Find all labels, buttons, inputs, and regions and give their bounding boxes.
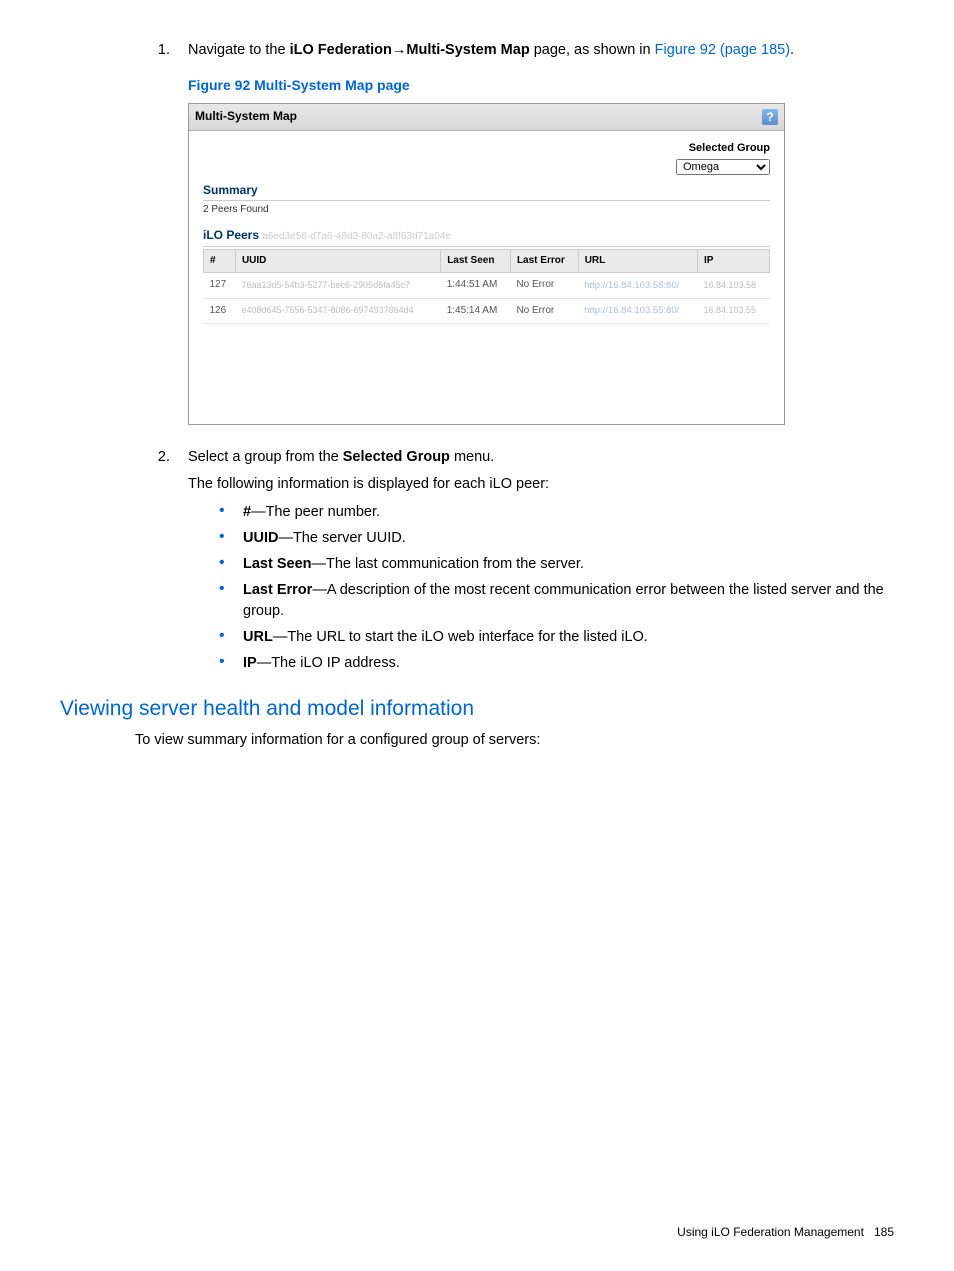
list-item: Last Seen—The last communication from th… — [215, 554, 894, 575]
peers-found-text: 2 Peers Found — [203, 203, 770, 218]
step-1-body: Navigate to the iLO Federation→Multi-Sys… — [188, 40, 894, 61]
step1-mid: page, as shown in — [530, 42, 655, 58]
col-url[interactable]: URL — [578, 249, 697, 273]
bullet-bold: URL — [243, 629, 273, 645]
col-uuid[interactable]: UUID — [235, 249, 440, 273]
footer-text: Using iLO Federation Management — [677, 1225, 864, 1239]
page-footer: Using iLO Federation Management 185 — [677, 1224, 894, 1241]
col-ip[interactable]: IP — [698, 249, 770, 273]
section-heading: Viewing server health and model informat… — [60, 694, 894, 724]
list-item: UUID—The server UUID. — [215, 528, 894, 549]
footer-page: 185 — [874, 1225, 894, 1239]
selected-group-label: Selected Group — [203, 141, 770, 157]
bullet-rest: —A description of the most recent commun… — [243, 582, 884, 619]
step1-arrow: → — [392, 42, 407, 58]
ilo-peers-header: iLO Peers a6ed3e58-d7a6-48d3-80a2-a8f83d… — [203, 227, 770, 247]
list-item: Last Error—A description of the most rec… — [215, 580, 894, 622]
bullet-rest: —The last communication from the server. — [312, 556, 584, 572]
cell-last-seen: 1:45:14 AM — [441, 298, 511, 324]
cell-last-error: No Error — [510, 273, 578, 299]
step-2-body: Select a group from the Selected Group m… — [188, 447, 894, 495]
step2-bold: Selected Group — [343, 449, 450, 465]
screenshot-title: Multi-System Map — [195, 108, 297, 125]
cell-num: 127 — [204, 273, 236, 299]
field-descriptions-list: #—The peer number. UUID—The server UUID.… — [215, 502, 894, 674]
cell-last-error: No Error — [510, 298, 578, 324]
step1-post: . — [790, 42, 794, 58]
figure-caption: Figure 92 Multi-System Map page — [188, 75, 894, 95]
step2-pre: Select a group from the — [188, 449, 343, 465]
ilo-peers-uuid-faded: a6ed3e58-d7a6-48d3-80a2-a8f83d71a04e — [262, 231, 451, 242]
peers-table: # UUID Last Seen Last Error URL IP 127 7… — [203, 249, 770, 325]
bullet-bold: # — [243, 504, 251, 520]
list-item: URL—The URL to start the iLO web interfa… — [215, 627, 894, 648]
bullet-rest: —The peer number. — [251, 504, 380, 520]
col-last-seen[interactable]: Last Seen — [441, 249, 511, 273]
ilo-peers-label: iLO Peers — [203, 228, 259, 242]
cell-url[interactable]: http://16.84.103.55:80/ — [578, 298, 697, 324]
cell-ip: 16.84.103.55 — [698, 298, 770, 324]
bullet-rest: —The server UUID. — [278, 530, 405, 546]
summary-header: Summary — [203, 182, 770, 201]
bullet-bold: Last Error — [243, 582, 312, 598]
section-text: To view summary information for a config… — [135, 730, 894, 751]
list-item: #—The peer number. — [215, 502, 894, 523]
step2-post: menu. — [450, 449, 494, 465]
selected-group-dropdown[interactable]: Omega — [676, 159, 770, 175]
cell-num: 126 — [204, 298, 236, 324]
bullet-bold: IP — [243, 655, 257, 671]
cell-last-seen: 1:44:51 AM — [441, 273, 511, 299]
step-number-1: 1. — [60, 40, 188, 61]
step1-bold2: Multi-System Map — [406, 42, 529, 58]
bullet-rest: —The iLO IP address. — [257, 655, 400, 671]
cell-uuid: e408d645-7556-5347-8086-6974937864d4 — [235, 298, 440, 324]
col-num[interactable]: # — [204, 249, 236, 273]
bullet-bold: Last Seen — [243, 556, 312, 572]
step-number-2: 2. — [60, 447, 188, 495]
table-row: 127 76aa13d5-54b3-5277-bec6-2905d6fa45c7… — [204, 273, 770, 299]
list-item: IP—The iLO IP address. — [215, 653, 894, 674]
col-last-error[interactable]: Last Error — [510, 249, 578, 273]
figure-link[interactable]: Figure 92 (page 185) — [655, 42, 790, 58]
step1-bold1: iLO Federation — [290, 42, 392, 58]
cell-uuid: 76aa13d5-54b3-5277-bec6-2905d6fa45c7 — [235, 273, 440, 299]
screenshot-multi-system-map: Multi-System Map ? Selected Group Omega … — [188, 103, 785, 425]
help-icon[interactable]: ? — [762, 109, 778, 125]
table-row: 126 e408d645-7556-5347-8086-6974937864d4… — [204, 298, 770, 324]
bullet-bold: UUID — [243, 530, 278, 546]
screenshot-titlebar: Multi-System Map ? — [189, 104, 784, 130]
cell-ip: 16.84.103.58 — [698, 273, 770, 299]
step2-line2: The following information is displayed f… — [188, 474, 894, 495]
step1-pre: Navigate to the — [188, 42, 290, 58]
cell-url[interactable]: http://16.84.103.58:80/ — [578, 273, 697, 299]
bullet-rest: —The URL to start the iLO web interface … — [273, 629, 648, 645]
